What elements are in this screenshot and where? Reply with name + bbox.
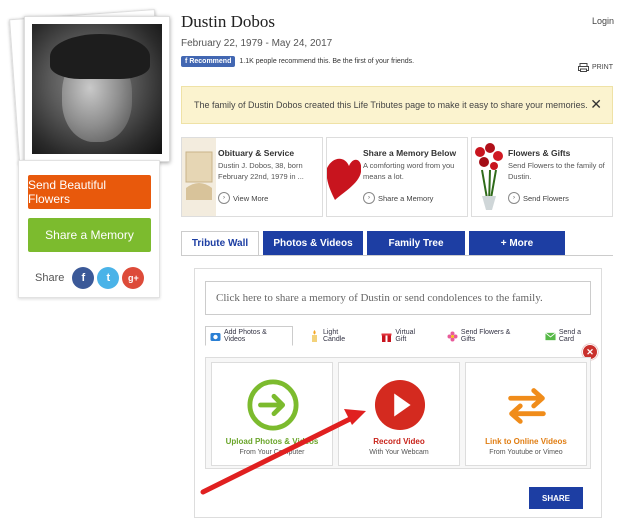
record-video-option[interactable]: Record Video With Your Webcam [338, 362, 460, 466]
tab-divider [181, 255, 613, 256]
option-subtitle: From Your Computer [239, 449, 305, 456]
flowers-icon [472, 138, 506, 216]
portrait-image [32, 24, 162, 154]
candle-icon [309, 330, 320, 342]
send-flowers-button[interactable]: Send Beautiful Flowers [28, 175, 151, 209]
option-title: Record Video [373, 437, 425, 446]
tab-family-tree[interactable]: Family Tree [367, 231, 465, 255]
option-title: Upload Photos & Videos [225, 437, 319, 446]
card-description: Send Flowers to the family of Dustin. [508, 161, 605, 181]
link-videos-option[interactable]: Link to Online Videos From Youtube or Vi… [465, 362, 587, 466]
life-dates: February 22, 1979 - May 24, 2017 [181, 38, 333, 49]
deceased-name: Dustin Dobos [181, 12, 275, 31]
profile-photo [24, 16, 170, 162]
subtab-add-photos[interactable]: Add Photos & Videos [205, 326, 294, 346]
card-title: Obituary & Service [218, 148, 295, 158]
view-more-link[interactable]: › View More [218, 192, 268, 204]
tab-photos-videos[interactable]: Photos & Videos [263, 231, 363, 255]
share-label: Share [35, 272, 65, 284]
card-obituary[interactable]: Obituary & Service Dustin J. Dobos, 38, … [181, 137, 323, 217]
recommend-count: 1.1K people recommend this. Be the first… [239, 58, 415, 65]
share-memory-button[interactable]: Share a Memory [28, 218, 151, 252]
gift-icon [381, 331, 392, 342]
option-title: Link to Online Videos [485, 437, 567, 446]
sidebar-actions: Send Beautiful Flowers Share a Memory Sh… [18, 160, 160, 298]
facebook-icon: f [185, 58, 188, 65]
close-icon[interactable]: ✕ [590, 96, 602, 113]
facebook-recommend: f Recommend 1.1K people recommend this. B… [181, 56, 414, 67]
flower-icon [447, 331, 458, 342]
printer-icon [578, 63, 589, 72]
subtab-send-flowers[interactable]: Send Flowers & Gifts [443, 326, 529, 346]
card-description: Dustin J. Dobos, 38, born February 22nd,… [218, 161, 304, 181]
share-button[interactable]: SHARE [529, 487, 583, 509]
subtab-send-card[interactable]: Send a Card [541, 326, 601, 346]
banner-text: The family of Dustin Dobos created this … [194, 100, 588, 110]
tab-tribute-wall[interactable]: Tribute Wall [181, 231, 259, 255]
obituary-thumbnail-icon [182, 138, 216, 216]
subtab-virtual-gift[interactable]: Virtual Gift [377, 326, 431, 346]
send-flowers-link[interactable]: › Send Flowers [508, 192, 569, 204]
share-memory-link[interactable]: › Share a Memory [363, 192, 433, 204]
media-options: Upload Photos & Videos From Your Compute… [205, 357, 591, 469]
login-link[interactable]: Login [592, 16, 614, 26]
card-share-memory[interactable]: Share a Memory Below A comforting word f… [326, 137, 468, 217]
chevron-right-icon: › [218, 192, 230, 204]
recommend-button[interactable]: f Recommend [181, 56, 236, 67]
card-description: A comforting word from you means a lot. [363, 161, 455, 181]
google-plus-icon[interactable]: g+ [122, 267, 145, 289]
tribute-composer: Click here to share a memory of Dustin o… [194, 268, 602, 518]
info-banner: The family of Dustin Dobos created this … [181, 86, 613, 124]
camera-icon [210, 331, 221, 342]
social-share: Share f t g+ [35, 267, 145, 289]
composer-subtabs: Add Photos & Videos Light Candle Virtual… [205, 326, 601, 346]
subtab-light-candle[interactable]: Light Candle [305, 326, 365, 346]
envelope-icon [545, 331, 556, 342]
tribute-tabs: Tribute Wall Photos & Videos Family Tree… [181, 231, 565, 255]
card-title: Share a Memory Below [363, 148, 457, 158]
condolence-input[interactable]: Click here to share a memory of Dustin o… [205, 281, 591, 315]
facebook-icon[interactable]: f [72, 267, 95, 289]
play-icon [374, 379, 426, 431]
chevron-right-icon: › [363, 192, 375, 204]
upload-photos-option[interactable]: Upload Photos & Videos From Your Compute… [211, 362, 333, 466]
option-subtitle: With Your Webcam [369, 449, 429, 456]
heart-icon [327, 138, 361, 216]
card-title: Flowers & Gifts [508, 148, 571, 158]
swap-arrows-icon [501, 379, 553, 431]
option-subtitle: From Youtube or Vimeo [489, 449, 563, 456]
twitter-icon[interactable]: t [97, 267, 120, 289]
print-button[interactable]: PRINT [578, 63, 613, 72]
tab-more[interactable]: + More [469, 231, 565, 255]
chevron-right-icon: › [508, 192, 520, 204]
card-flowers[interactable]: Flowers & Gifts Send Flowers to the fami… [471, 137, 613, 217]
arrow-right-circle-icon [247, 379, 299, 431]
